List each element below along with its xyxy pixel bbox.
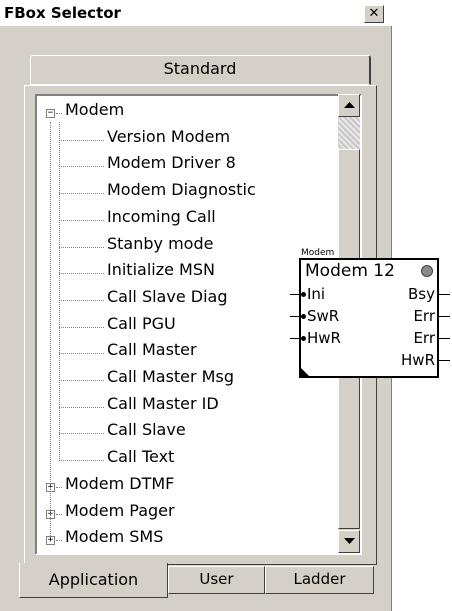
tree-item[interactable]: Modem Diagnostic [107, 180, 256, 199]
tab-ladder[interactable]: Ladder [265, 566, 374, 594]
status-led-icon [421, 265, 433, 277]
tree-item[interactable]: Call Slave Diag [107, 287, 227, 306]
tree-connector [59, 353, 104, 355]
scroll-down-button[interactable] [338, 530, 360, 553]
tree-connector [59, 433, 104, 435]
tree-item-group[interactable]: Modem DTMF [65, 474, 174, 493]
output-pin-line [437, 338, 450, 339]
input-pin-dot [301, 336, 306, 341]
window-title: FBox Selector [4, 4, 121, 22]
tree-item[interactable]: Incoming Call [107, 207, 216, 226]
output-pin-label[interactable]: Bsy [408, 285, 435, 303]
tree-item[interactable]: Version Modem [107, 127, 230, 146]
tree-connector [59, 299, 104, 301]
tree-connector [59, 326, 104, 328]
tree-connector [56, 486, 62, 488]
tree-item[interactable]: Call PGU [107, 314, 176, 333]
tree-item-group[interactable]: Modem SMS [65, 527, 163, 546]
block-corner-marker [301, 368, 309, 376]
tree-connector [59, 122, 60, 462]
output-pin-label[interactable]: HwR [401, 351, 435, 369]
close-button[interactable]: ✕ [364, 5, 384, 23]
output-pin-label[interactable]: Err [413, 307, 435, 325]
input-pin-dot [301, 292, 306, 297]
title-bar[interactable]: FBox Selector ✕ [0, 0, 392, 26]
tree-connector [56, 513, 62, 515]
tree-item[interactable]: Initialize MSN [107, 260, 215, 279]
tree-connector [59, 460, 104, 462]
tree-item[interactable]: Call Slave [107, 420, 186, 439]
tree-item[interactable]: Call Master ID [107, 394, 219, 413]
tree-item[interactable]: Modem Driver 8 [107, 153, 236, 172]
input-pin-dot [301, 314, 306, 319]
tree-connector [59, 273, 104, 275]
tab-standard[interactable]: Standard [30, 55, 371, 85]
output-pin-label[interactable]: Err [413, 329, 435, 347]
arrow-down-icon [344, 538, 355, 544]
tree-item[interactable]: Call Text [107, 447, 174, 466]
tree-connector [59, 219, 104, 221]
tree-connector [59, 406, 104, 408]
output-pin-line [437, 294, 450, 295]
tree-connector [59, 246, 104, 248]
scrollbar-track-upper[interactable] [338, 117, 360, 149]
tab-user[interactable]: User [168, 566, 265, 594]
arrow-up-icon [344, 102, 355, 108]
tree-item[interactable]: Call Master Msg [107, 367, 234, 386]
tree-connector [56, 113, 62, 114]
tab-application[interactable]: Application [19, 563, 168, 598]
tree-connector [59, 193, 104, 195]
input-pin-label[interactable]: Ini [307, 285, 325, 303]
tree-connector [56, 540, 62, 542]
output-pin-line [437, 316, 450, 317]
tree-item-modem[interactable]: Modem [65, 100, 124, 119]
tree-connector [59, 380, 104, 381]
close-icon: ✕ [368, 6, 380, 21]
input-pin-label[interactable]: HwR [307, 329, 341, 347]
tree-item[interactable]: Call Master [107, 340, 197, 359]
fbox-block-name: Modem 12 [305, 261, 395, 281]
input-pin-label[interactable]: SwR [307, 307, 339, 325]
collapse-icon[interactable]: − [46, 109, 55, 118]
expand-icon[interactable]: + [46, 536, 55, 546]
tree-connector [59, 166, 104, 168]
tree-item-group[interactable]: Modem Pager [65, 501, 175, 520]
tree-item[interactable]: Stanby mode [107, 234, 213, 253]
scroll-up-button[interactable] [338, 94, 360, 117]
tree-connector [50, 122, 51, 537]
output-pin-line [437, 360, 450, 361]
tree-connector [59, 139, 104, 141]
fbox-block-header: Modem [301, 248, 335, 258]
